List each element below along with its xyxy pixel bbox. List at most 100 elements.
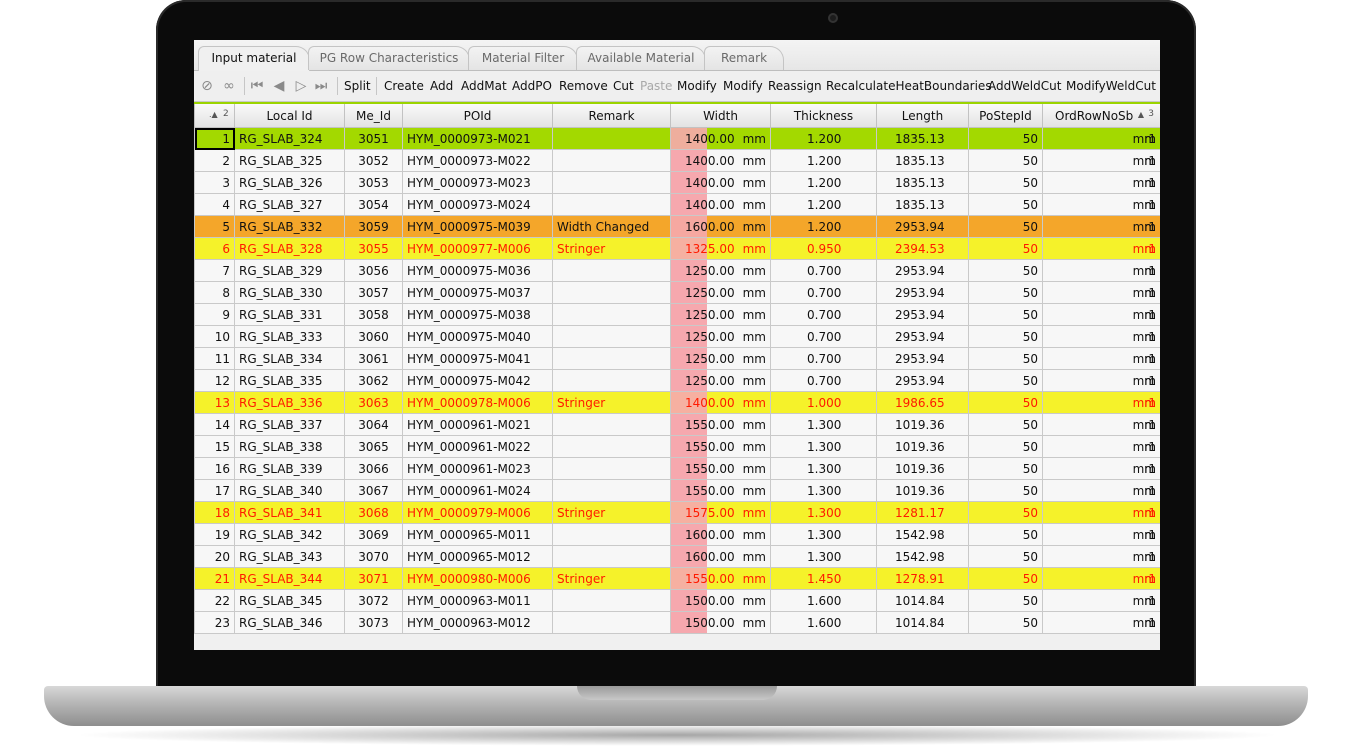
add-button[interactable]: Add <box>430 77 453 95</box>
cell-width[interactable]: 1400.00 mm <box>670 193 771 216</box>
cell-local-id[interactable]: RG_SLAB_339 <box>234 457 345 480</box>
cell-me-id[interactable]: 3053 <box>344 171 403 194</box>
cell-poid[interactable]: HYM_0000975-M042 <box>402 369 553 392</box>
cell-thickness[interactable]: 1.200 mm <box>770 193 1156 216</box>
cell-postepid[interactable]: 50 <box>968 237 1043 260</box>
row-number-cell[interactable]: 10 <box>194 325 235 348</box>
cell-poid[interactable]: HYM_0000973-M022 <box>402 149 553 172</box>
table-row[interactable]: 18 RG_SLAB_341 3068 HYM_0000979-M006 Stringe… <box>194 501 1160 524</box>
modify-button-2[interactable]: Modify <box>723 77 763 95</box>
table-row[interactable]: 5 RG_SLAB_332 3059 HYM_0000975-M039 Width Ch… <box>194 215 1160 238</box>
cell-poid[interactable]: HYM_0000975-M041 <box>402 347 553 370</box>
cell-me-id[interactable]: 3070 <box>344 545 403 568</box>
cell-remark[interactable] <box>552 127 671 150</box>
cell-remark[interactable] <box>552 479 671 502</box>
cell-remark[interactable] <box>552 171 671 194</box>
tab-material-filter[interactable]: Material Filter <box>468 46 578 70</box>
row-number-cell[interactable]: 16 <box>194 457 235 480</box>
cell-remark[interactable] <box>552 611 671 634</box>
cell-thickness[interactable]: 1.300 mm <box>770 457 1156 480</box>
cell-width[interactable]: 1500.00 mm <box>670 589 771 612</box>
split-button[interactable]: Split <box>344 77 371 95</box>
cell-remark[interactable]: Stringer <box>552 567 671 590</box>
add-weld-cut-button[interactable]: AddWeldCut <box>988 77 1061 95</box>
cell-me-id[interactable]: 3052 <box>344 149 403 172</box>
cell-local-id[interactable]: RG_SLAB_333 <box>234 325 345 348</box>
cell-me-id[interactable]: 3051 <box>344 127 403 150</box>
table-row[interactable]: 6 RG_SLAB_328 3055 HYM_0000977-M006 Stringer… <box>194 237 1160 260</box>
cell-length[interactable]: 2953.94 m <box>876 281 1156 304</box>
cell-thickness[interactable]: 1.300 mm <box>770 501 1156 524</box>
previous-record-icon[interactable]: ◀ <box>272 76 286 96</box>
cell-length[interactable]: 1019.36 m <box>876 457 1156 480</box>
cell-remark[interactable] <box>552 193 671 216</box>
tab-remark[interactable]: Remark <box>704 46 784 70</box>
cell-length[interactable]: 2953.94 m <box>876 325 1156 348</box>
cell-local-id[interactable]: RG_SLAB_329 <box>234 259 345 282</box>
cell-poid[interactable]: HYM_0000973-M024 <box>402 193 553 216</box>
cell-thickness[interactable]: 1.300 mm <box>770 545 1156 568</box>
cell-width[interactable]: 1500.00 mm <box>670 611 771 634</box>
cell-thickness[interactable]: 0.700 mm <box>770 281 1156 304</box>
cell-remark[interactable]: Stringer <box>552 237 671 260</box>
cell-length[interactable]: 2953.94 m <box>876 369 1156 392</box>
table-row[interactable]: 12 RG_SLAB_335 3062 HYM_0000975-M042 1250.00… <box>194 369 1160 392</box>
modify-weld-cut-button[interactable]: ModifyWeldCut <box>1066 77 1156 95</box>
cell-local-id[interactable]: RG_SLAB_340 <box>234 479 345 502</box>
cell-me-id[interactable]: 3060 <box>344 325 403 348</box>
cell-remark[interactable] <box>552 149 671 172</box>
cell-local-id[interactable]: RG_SLAB_328 <box>234 237 345 260</box>
cell-postepid[interactable]: 50 <box>968 171 1043 194</box>
cell-width[interactable]: 1550.00 mm <box>670 435 771 458</box>
row-number-cell[interactable]: 23 <box>194 611 235 634</box>
cell-postepid[interactable]: 50 <box>968 589 1043 612</box>
cell-remark[interactable] <box>552 589 671 612</box>
table-row[interactable]: 13 RG_SLAB_336 3063 HYM_0000978-M006 Stringe… <box>194 391 1160 414</box>
cell-poid[interactable]: HYM_0000975-M037 <box>402 281 553 304</box>
table-row[interactable]: 8 RG_SLAB_330 3057 HYM_0000975-M037 1250.00 m… <box>194 281 1160 304</box>
cell-length[interactable]: 1014.84 m <box>876 589 1156 612</box>
cell-postepid[interactable]: 50 <box>968 567 1043 590</box>
cell-postepid[interactable]: 50 <box>968 325 1043 348</box>
first-record-icon[interactable]: ⏮ <box>250 76 264 96</box>
row-number-cell[interactable]: 18 <box>194 501 235 524</box>
cell-remark[interactable]: Width Changed <box>552 215 671 238</box>
cell-local-id[interactable]: RG_SLAB_327 <box>234 193 345 216</box>
cell-width[interactable]: 1325.00 mm <box>670 237 771 260</box>
cell-thickness[interactable]: 1.600 mm <box>770 611 1156 634</box>
col-header-width[interactable]: Width <box>670 102 771 128</box>
cell-width[interactable]: 1600.00 mm <box>670 215 771 238</box>
tab-pg-row-characteristics[interactable]: PG Row Characteristics <box>308 46 470 70</box>
col-header-postepid[interactable]: PoStepId <box>968 102 1043 128</box>
cell-me-id[interactable]: 3064 <box>344 413 403 436</box>
cell-thickness[interactable]: 1.300 mm <box>770 479 1156 502</box>
paste-button[interactable]: Paste <box>640 77 672 95</box>
cell-postepid[interactable]: 50 <box>968 149 1043 172</box>
row-number-cell[interactable]: 12 <box>194 369 235 392</box>
cell-local-id[interactable]: RG_SLAB_337 <box>234 413 345 436</box>
table-row[interactable]: 10 RG_SLAB_333 3060 HYM_0000975-M040 1250.00… <box>194 325 1160 348</box>
col-header-local-id[interactable]: Local Id <box>234 102 345 128</box>
cell-me-id[interactable]: 3072 <box>344 589 403 612</box>
row-number-cell[interactable]: 5 <box>194 215 235 238</box>
cell-remark[interactable]: Stringer <box>552 501 671 524</box>
cell-length[interactable]: 2394.53 m <box>876 237 1156 260</box>
row-number-cell[interactable]: 4 <box>194 193 235 216</box>
cell-postepid[interactable]: 50 <box>968 479 1043 502</box>
cell-remark[interactable] <box>552 435 671 458</box>
cell-poid[interactable]: HYM_0000977-M006 <box>402 237 553 260</box>
cell-postepid[interactable]: 50 <box>968 435 1043 458</box>
cell-postepid[interactable]: 50 <box>968 413 1043 436</box>
cell-width[interactable]: 1400.00 mm <box>670 149 771 172</box>
cell-width[interactable]: 1250.00 mm <box>670 303 771 326</box>
cell-postepid[interactable]: 50 <box>968 281 1043 304</box>
cell-local-id[interactable]: RG_SLAB_331 <box>234 303 345 326</box>
col-header-ordrownosb[interactable]: OrdRowNoSb ▲ 3 <box>1042 102 1160 128</box>
cell-me-id[interactable]: 3061 <box>344 347 403 370</box>
cell-local-id[interactable]: RG_SLAB_338 <box>234 435 345 458</box>
cell-thickness[interactable]: 1.450 mm <box>770 567 1156 590</box>
cell-poid[interactable]: HYM_0000975-M040 <box>402 325 553 348</box>
cell-remark[interactable] <box>552 347 671 370</box>
table-row[interactable]: 2 RG_SLAB_325 3052 HYM_0000973-M022 1400.00 m… <box>194 149 1160 172</box>
cell-width[interactable]: 1250.00 mm <box>670 259 771 282</box>
